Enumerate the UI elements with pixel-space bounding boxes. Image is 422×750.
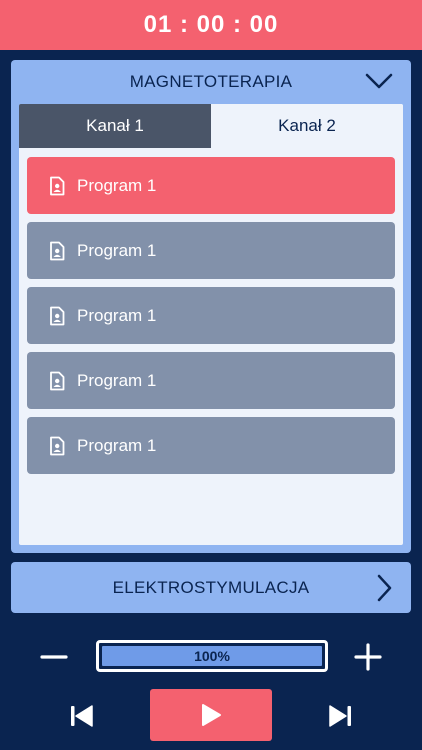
program-label: Program 1	[77, 305, 157, 325]
program-list: Program 1 Program 1 Program 1 Program 1 …	[27, 157, 395, 482]
magnetoterapia-panel: MAGNETOTERAPIA Kanał 1 Kanał 2 Program 1…	[11, 60, 411, 553]
magnetoterapia-header[interactable]: MAGNETOTERAPIA	[11, 60, 411, 104]
timer-bar: 01 : 00 : 00	[0, 0, 422, 50]
tab-label: Kanał 1	[86, 116, 144, 135]
intensity-bar[interactable]: 100%	[96, 640, 328, 672]
program-item[interactable]: Program 1	[27, 417, 395, 474]
elektrostymulacja-bar[interactable]: ELEKTROSTYMULACJA	[11, 562, 411, 613]
panel-title: MAGNETOTERAPIA	[129, 72, 293, 91]
play-button[interactable]	[150, 689, 272, 741]
file-person-icon	[50, 241, 65, 260]
play-icon	[202, 704, 221, 726]
tab-label: Kanał 2	[278, 116, 336, 135]
channel-content: Kanał 1 Kanał 2 Program 1 Program 1 Prog…	[19, 104, 403, 545]
file-person-icon	[50, 306, 65, 325]
chevron-down-icon[interactable]	[365, 70, 393, 92]
file-person-icon	[50, 436, 65, 455]
minus-icon	[40, 655, 68, 659]
decrease-button[interactable]	[38, 641, 70, 673]
file-person-icon	[50, 371, 65, 390]
chevron-right-icon[interactable]	[375, 574, 393, 602]
program-item[interactable]: Program 1	[27, 222, 395, 279]
program-label: Program 1	[77, 435, 157, 455]
program-label: Program 1	[77, 370, 157, 390]
skip-previous-icon[interactable]	[68, 702, 96, 730]
skip-next-icon[interactable]	[326, 702, 354, 730]
file-person-icon	[50, 176, 65, 195]
program-item[interactable]: Program 1	[27, 287, 395, 344]
section-title: ELEKTROSTYMULACJA	[112, 577, 310, 597]
controls-bar: 100%	[0, 621, 422, 750]
increase-button[interactable]	[352, 641, 384, 673]
timer-display: 01 : 00 : 00	[143, 11, 279, 38]
plus-icon	[354, 643, 382, 671]
tab-kanal-2[interactable]: Kanał 2	[211, 104, 403, 148]
program-label: Program 1	[77, 240, 157, 260]
app-screen: 01 : 00 : 00 MAGNETOTERAPIA Kanał 1 Kana…	[0, 0, 422, 750]
program-item[interactable]: Program 1	[27, 157, 395, 214]
program-label: Program 1	[77, 175, 157, 195]
program-item[interactable]: Program 1	[27, 352, 395, 409]
tab-kanal-1[interactable]: Kanał 1	[19, 104, 211, 148]
intensity-value: 100%	[194, 648, 230, 664]
channel-tabs: Kanał 1 Kanał 2	[19, 104, 403, 148]
